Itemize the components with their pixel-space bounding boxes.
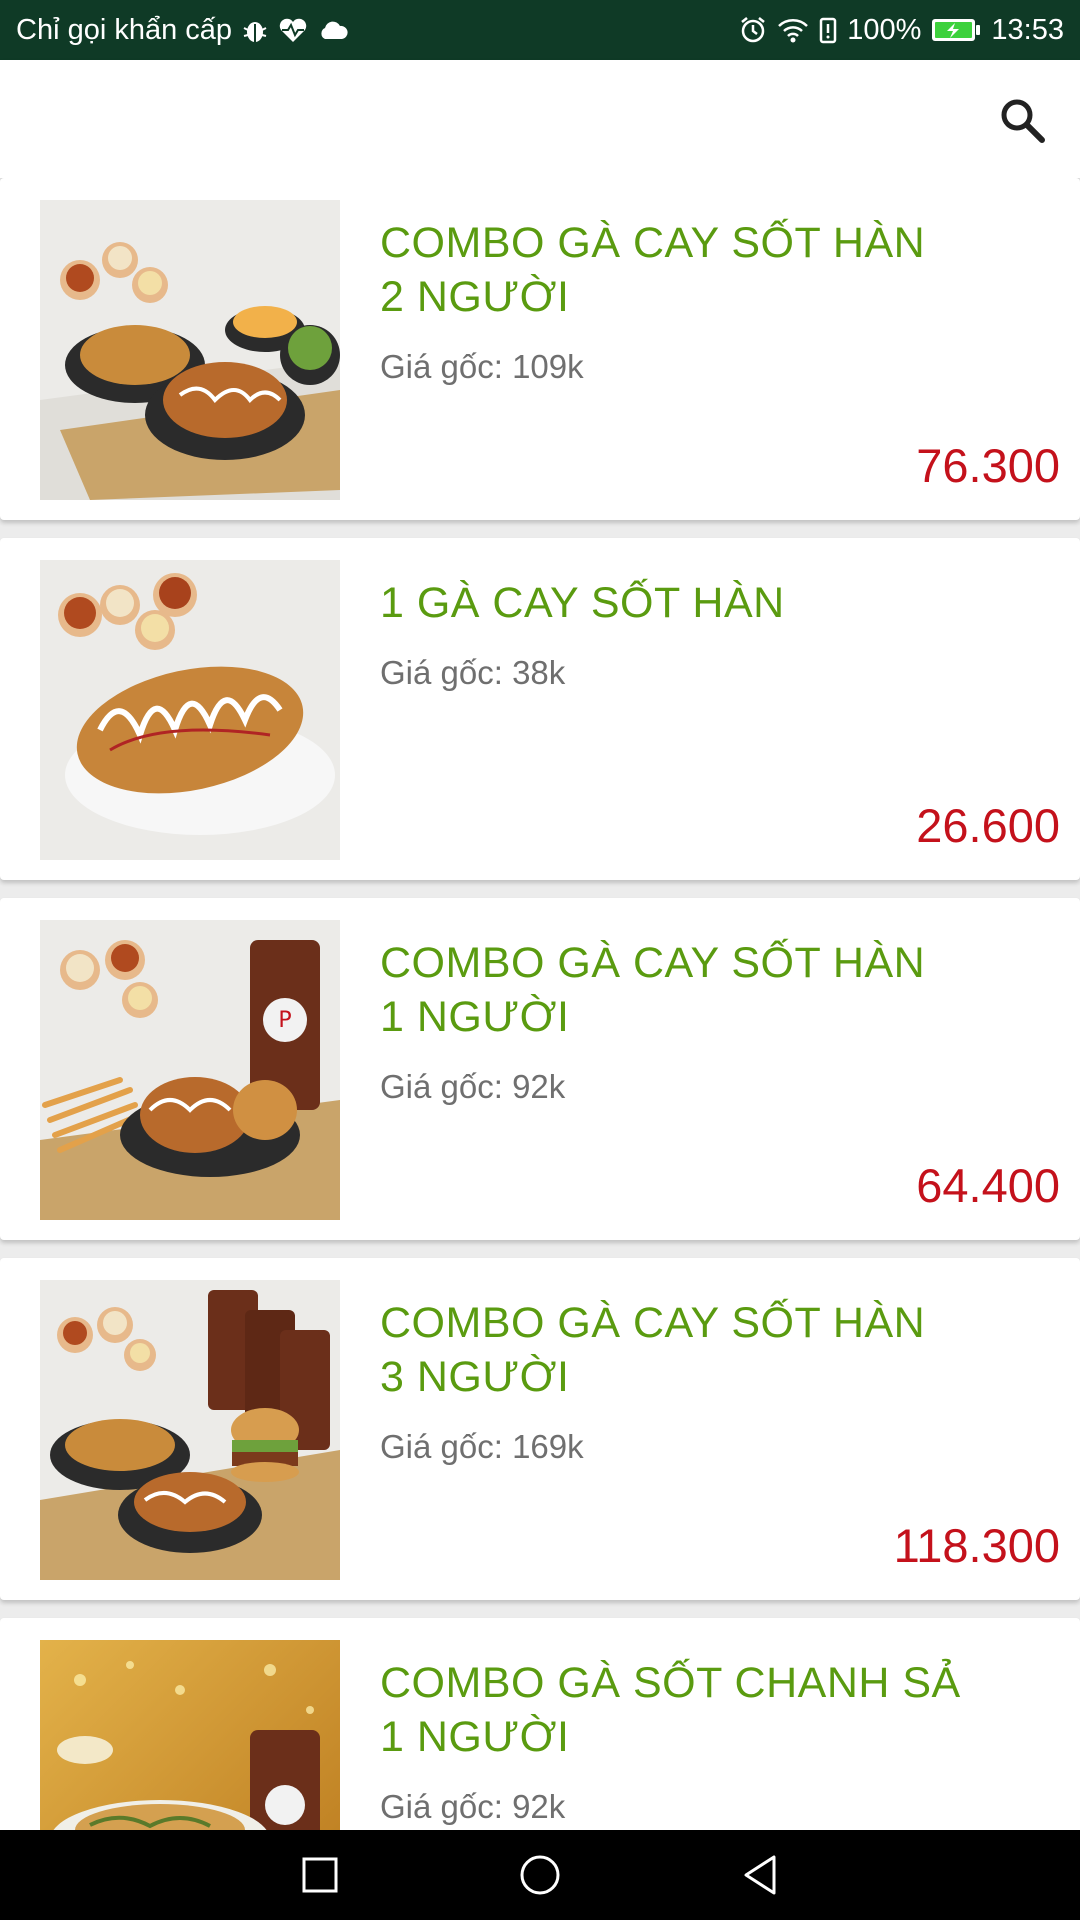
- product-title-line-1: COMBO GÀ CAY SỐT HÀN: [380, 1299, 926, 1347]
- heart-monitor-icon: [278, 17, 308, 43]
- wifi-icon: [777, 17, 809, 43]
- product-title: 1 GÀ CAY SỐT HÀN: [380, 579, 785, 627]
- toolbar: [0, 60, 1080, 178]
- status-bar: Chỉ gọi khẩn cấp 100% 13:53: [0, 0, 1080, 60]
- battery-alert-icon: [819, 16, 837, 44]
- sale-price: 76.300: [916, 439, 1060, 492]
- home-icon: [520, 1855, 560, 1895]
- product-image: P: [40, 920, 340, 1220]
- product-card[interactable]: COMBO GÀ CAY SỐT HÀN 3 NGƯỜI Giá gốc: 16…: [0, 1258, 1080, 1600]
- product-title-line-1: COMBO GÀ CAY SỐT HÀN: [380, 939, 926, 987]
- product-title-line-1: COMBO GÀ CAY SỐT HÀN: [380, 219, 926, 267]
- sale-price: 26.600: [916, 799, 1060, 852]
- bug-icon: [242, 16, 268, 44]
- home-button[interactable]: [510, 1845, 570, 1905]
- product-image: [40, 200, 340, 500]
- search-button[interactable]: [990, 88, 1054, 152]
- product-title: COMBO GÀ CAY SỐT HÀN 3 NGƯỜI: [380, 1296, 1040, 1404]
- back-button[interactable]: [730, 1845, 790, 1905]
- clock: 13:53: [991, 13, 1064, 46]
- product-card[interactable]: COMBO GÀ SỐT CHANH SẢ 1 NGƯỜI Giá gốc: 9…: [0, 1618, 1080, 1830]
- sale-price: 64.400: [916, 1159, 1060, 1212]
- status-right: 100% 13:53: [739, 14, 1064, 47]
- carrier-text: Chỉ gọi khẩn cấp: [16, 13, 233, 46]
- product-card[interactable]: COMBO GÀ CAY SỐT HÀN 2 NGƯỜI Giá gốc: 10…: [0, 178, 1080, 520]
- product-title: COMBO GÀ CAY SỐT HÀN 1 NGƯỜI: [380, 936, 1040, 1044]
- search-icon: [1001, 99, 1045, 143]
- product-title-line-2: 3 NGƯỜI: [380, 1353, 570, 1401]
- product-card[interactable]: 1 GÀ CAY SỐT HÀN Giá gốc: 38k 26.600: [0, 538, 1080, 880]
- battery-percent: 100%: [847, 13, 922, 46]
- product-title-line-2: 2 NGƯỜI: [380, 273, 570, 321]
- original-price: Giá gốc: 169k: [380, 1428, 584, 1465]
- product-title-line-1: COMBO GÀ SỐT CHANH SẢ: [380, 1659, 961, 1707]
- product-title: COMBO GÀ CAY SỐT HÀN 2 NGƯỜI: [380, 216, 1040, 324]
- original-price: Giá gốc: 38k: [380, 654, 566, 691]
- cloud-icon: [318, 20, 348, 40]
- recent-apps-icon: [302, 1857, 338, 1893]
- sale-price: 118.300: [893, 1519, 1060, 1572]
- product-title-line-2: 1 NGƯỜI: [380, 993, 570, 1041]
- product-title-line-2: 1 NGƯỜI: [380, 1713, 570, 1761]
- original-price: Giá gốc: 109k: [380, 348, 584, 385]
- product-image: [40, 1280, 340, 1580]
- product-image: [40, 560, 340, 860]
- alarm-icon: [739, 16, 767, 44]
- product-list[interactable]: COMBO GÀ CAY SỐT HÀN 2 NGƯỜI Giá gốc: 10…: [0, 178, 1080, 1830]
- product-card[interactable]: P COMBO GÀ CAY SỐT HÀN 1 NGƯỜI Giá gốc: …: [0, 898, 1080, 1240]
- svg-text:P: P: [278, 1008, 291, 1033]
- back-icon: [744, 1855, 776, 1895]
- battery-charging-icon: [931, 17, 981, 43]
- product-image: [40, 1640, 340, 1830]
- original-price: Giá gốc: 92k: [380, 1788, 566, 1825]
- original-price: Giá gốc: 92k: [380, 1068, 566, 1105]
- navigation-bar: [0, 1830, 1080, 1920]
- status-left: Chỉ gọi khẩn cấp: [16, 14, 739, 47]
- recent-apps-button[interactable]: [290, 1845, 350, 1905]
- product-title: COMBO GÀ SỐT CHANH SẢ 1 NGƯỜI: [380, 1656, 1040, 1764]
